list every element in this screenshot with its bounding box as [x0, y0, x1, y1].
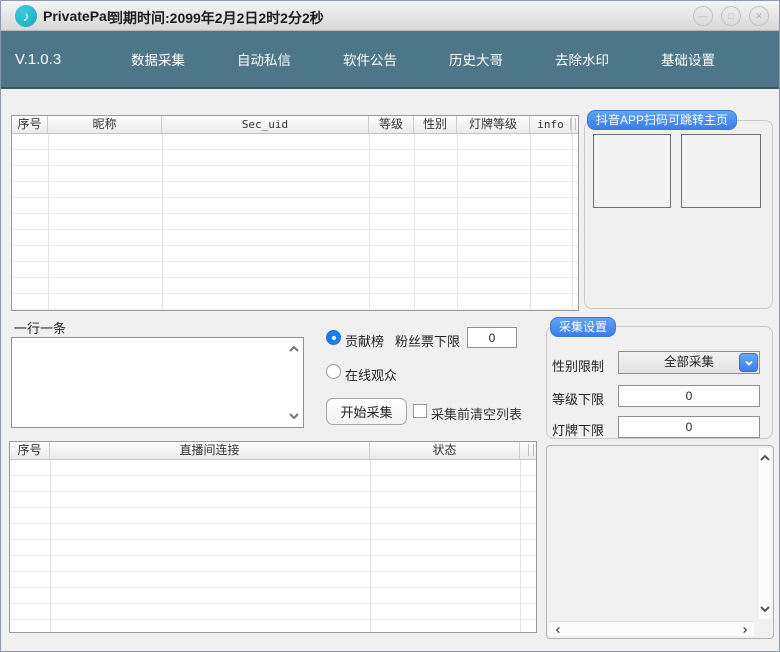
- vertical-scrollbar[interactable]: [757, 448, 771, 619]
- lamp-limit-input[interactable]: [618, 416, 760, 438]
- col-level[interactable]: 等级: [369, 116, 414, 133]
- nav-item-data-collect[interactable]: 数据采集: [129, 43, 187, 75]
- column-resize-grip-icon[interactable]: [572, 116, 578, 133]
- scroll-down-icon[interactable]: [288, 412, 300, 420]
- room-table-body[interactable]: [10, 460, 536, 632]
- title-bar: ♪ PrivatePal 到期时间:2099年2月2日2时2分2秒 — □ ✕: [1, 1, 779, 31]
- lamp-limit-label: 灯牌下限: [552, 420, 604, 439]
- lines-input-label: 一行一条: [14, 318, 66, 337]
- chevron-down-icon: [744, 360, 754, 366]
- grid-line: [50, 460, 51, 632]
- scroll-up-icon[interactable]: [288, 345, 300, 353]
- grid-line: [572, 134, 573, 310]
- user-table-body[interactable]: [12, 134, 578, 310]
- expiry-time-text: 到期时间:2099年2月2日2时2分2秒: [109, 8, 324, 28]
- col-lamp-level[interactable]: 灯牌等级: [457, 116, 530, 133]
- clear-before-collect-checkbox[interactable]: [413, 404, 427, 418]
- nav-item-auto-message[interactable]: 自动私信: [235, 43, 293, 75]
- gender-limit-value: 全部采集: [619, 352, 759, 373]
- col-gender[interactable]: 性别: [414, 116, 457, 133]
- app-window: ♪ PrivatePal 到期时间:2099年2月2日2时2分2秒 — □ ✕ …: [0, 0, 780, 652]
- radio-contribution-rank[interactable]: [326, 330, 341, 345]
- level-limit-input[interactable]: [618, 385, 760, 407]
- nav-item-announcement[interactable]: 软件公告: [341, 43, 399, 75]
- grid-line: [520, 460, 521, 632]
- level-limit-label: 等级下限: [552, 389, 604, 408]
- user-table: 序号 昵称 Sec_uid 等级 性别 灯牌等级 info: [11, 115, 579, 311]
- window-controls: — □ ✕: [693, 6, 769, 26]
- grid-line: [414, 134, 415, 310]
- app-title: PrivatePal: [43, 8, 111, 24]
- start-collect-button[interactable]: 开始采集: [326, 398, 407, 425]
- douyin-music-note-icon: ♪: [15, 5, 37, 27]
- fan-ticket-input[interactable]: [467, 327, 517, 348]
- grid-line: [369, 134, 370, 310]
- lines-input-area: [11, 337, 304, 428]
- qr-panel-label: 抖音APP扫码可跳转主页: [587, 110, 737, 130]
- close-button[interactable]: ✕: [749, 6, 769, 26]
- col-index[interactable]: 序号: [12, 116, 48, 133]
- scroll-up-icon[interactable]: [759, 454, 771, 462]
- col-info[interactable]: info: [530, 116, 572, 133]
- gender-limit-label: 性别限制: [552, 356, 604, 375]
- col-nickname[interactable]: 昵称: [48, 116, 162, 133]
- clear-before-collect-label: 采集前清空列表: [431, 404, 522, 423]
- radio-contribution-label: 贡献榜: [345, 331, 384, 350]
- grid-line: [457, 134, 458, 310]
- nav-item-watermark[interactable]: 去除水印: [553, 43, 611, 75]
- fan-ticket-label: 粉丝票下限: [395, 331, 460, 350]
- grid-line: [370, 460, 371, 632]
- qr-code-box-1: [593, 134, 671, 208]
- grid-line: [48, 134, 49, 310]
- col-index[interactable]: 序号: [10, 442, 50, 459]
- log-panel[interactable]: [546, 445, 774, 639]
- minimize-button[interactable]: —: [693, 6, 713, 26]
- col-sec-uid[interactable]: Sec_uid: [162, 116, 369, 133]
- grid-line: [162, 134, 163, 310]
- radio-online-label: 在线观众: [345, 365, 397, 384]
- lines-textarea[interactable]: [12, 338, 303, 427]
- dropdown-button[interactable]: [739, 353, 758, 372]
- col-room-link[interactable]: 直播间连接: [50, 442, 370, 459]
- qr-code-box-2: [681, 134, 761, 208]
- scroll-right-icon[interactable]: [741, 626, 749, 634]
- scroll-left-icon[interactable]: [554, 626, 562, 634]
- room-table: 序号 直播间连接 状态: [9, 441, 537, 633]
- grid-line: [530, 134, 531, 310]
- nav-menu: 数据采集 自动私信 软件公告 历史大哥 去除水印 基础设置: [129, 31, 717, 87]
- scroll-down-icon[interactable]: [759, 605, 771, 613]
- radio-online-viewers[interactable]: [326, 364, 341, 379]
- nav-item-settings[interactable]: 基础设置: [659, 43, 717, 75]
- col-status[interactable]: 状态: [370, 442, 520, 459]
- nav-item-history[interactable]: 历史大哥: [447, 43, 505, 75]
- horizontal-scrollbar[interactable]: [549, 621, 754, 636]
- user-table-header[interactable]: 序号 昵称 Sec_uid 等级 性别 灯牌等级 info: [12, 116, 578, 134]
- version-label: V.1.0.3: [15, 51, 61, 68]
- gender-limit-dropdown[interactable]: 全部采集: [618, 351, 760, 374]
- collect-settings-label: 采集设置: [550, 317, 616, 337]
- nav-bar: V.1.0.3 数据采集 自动私信 软件公告 历史大哥 去除水印 基础设置: [1, 31, 779, 89]
- room-table-header[interactable]: 序号 直播间连接 状态: [10, 442, 536, 460]
- maximize-button[interactable]: □: [721, 6, 741, 26]
- column-resize-grip-icon[interactable]: [520, 442, 536, 459]
